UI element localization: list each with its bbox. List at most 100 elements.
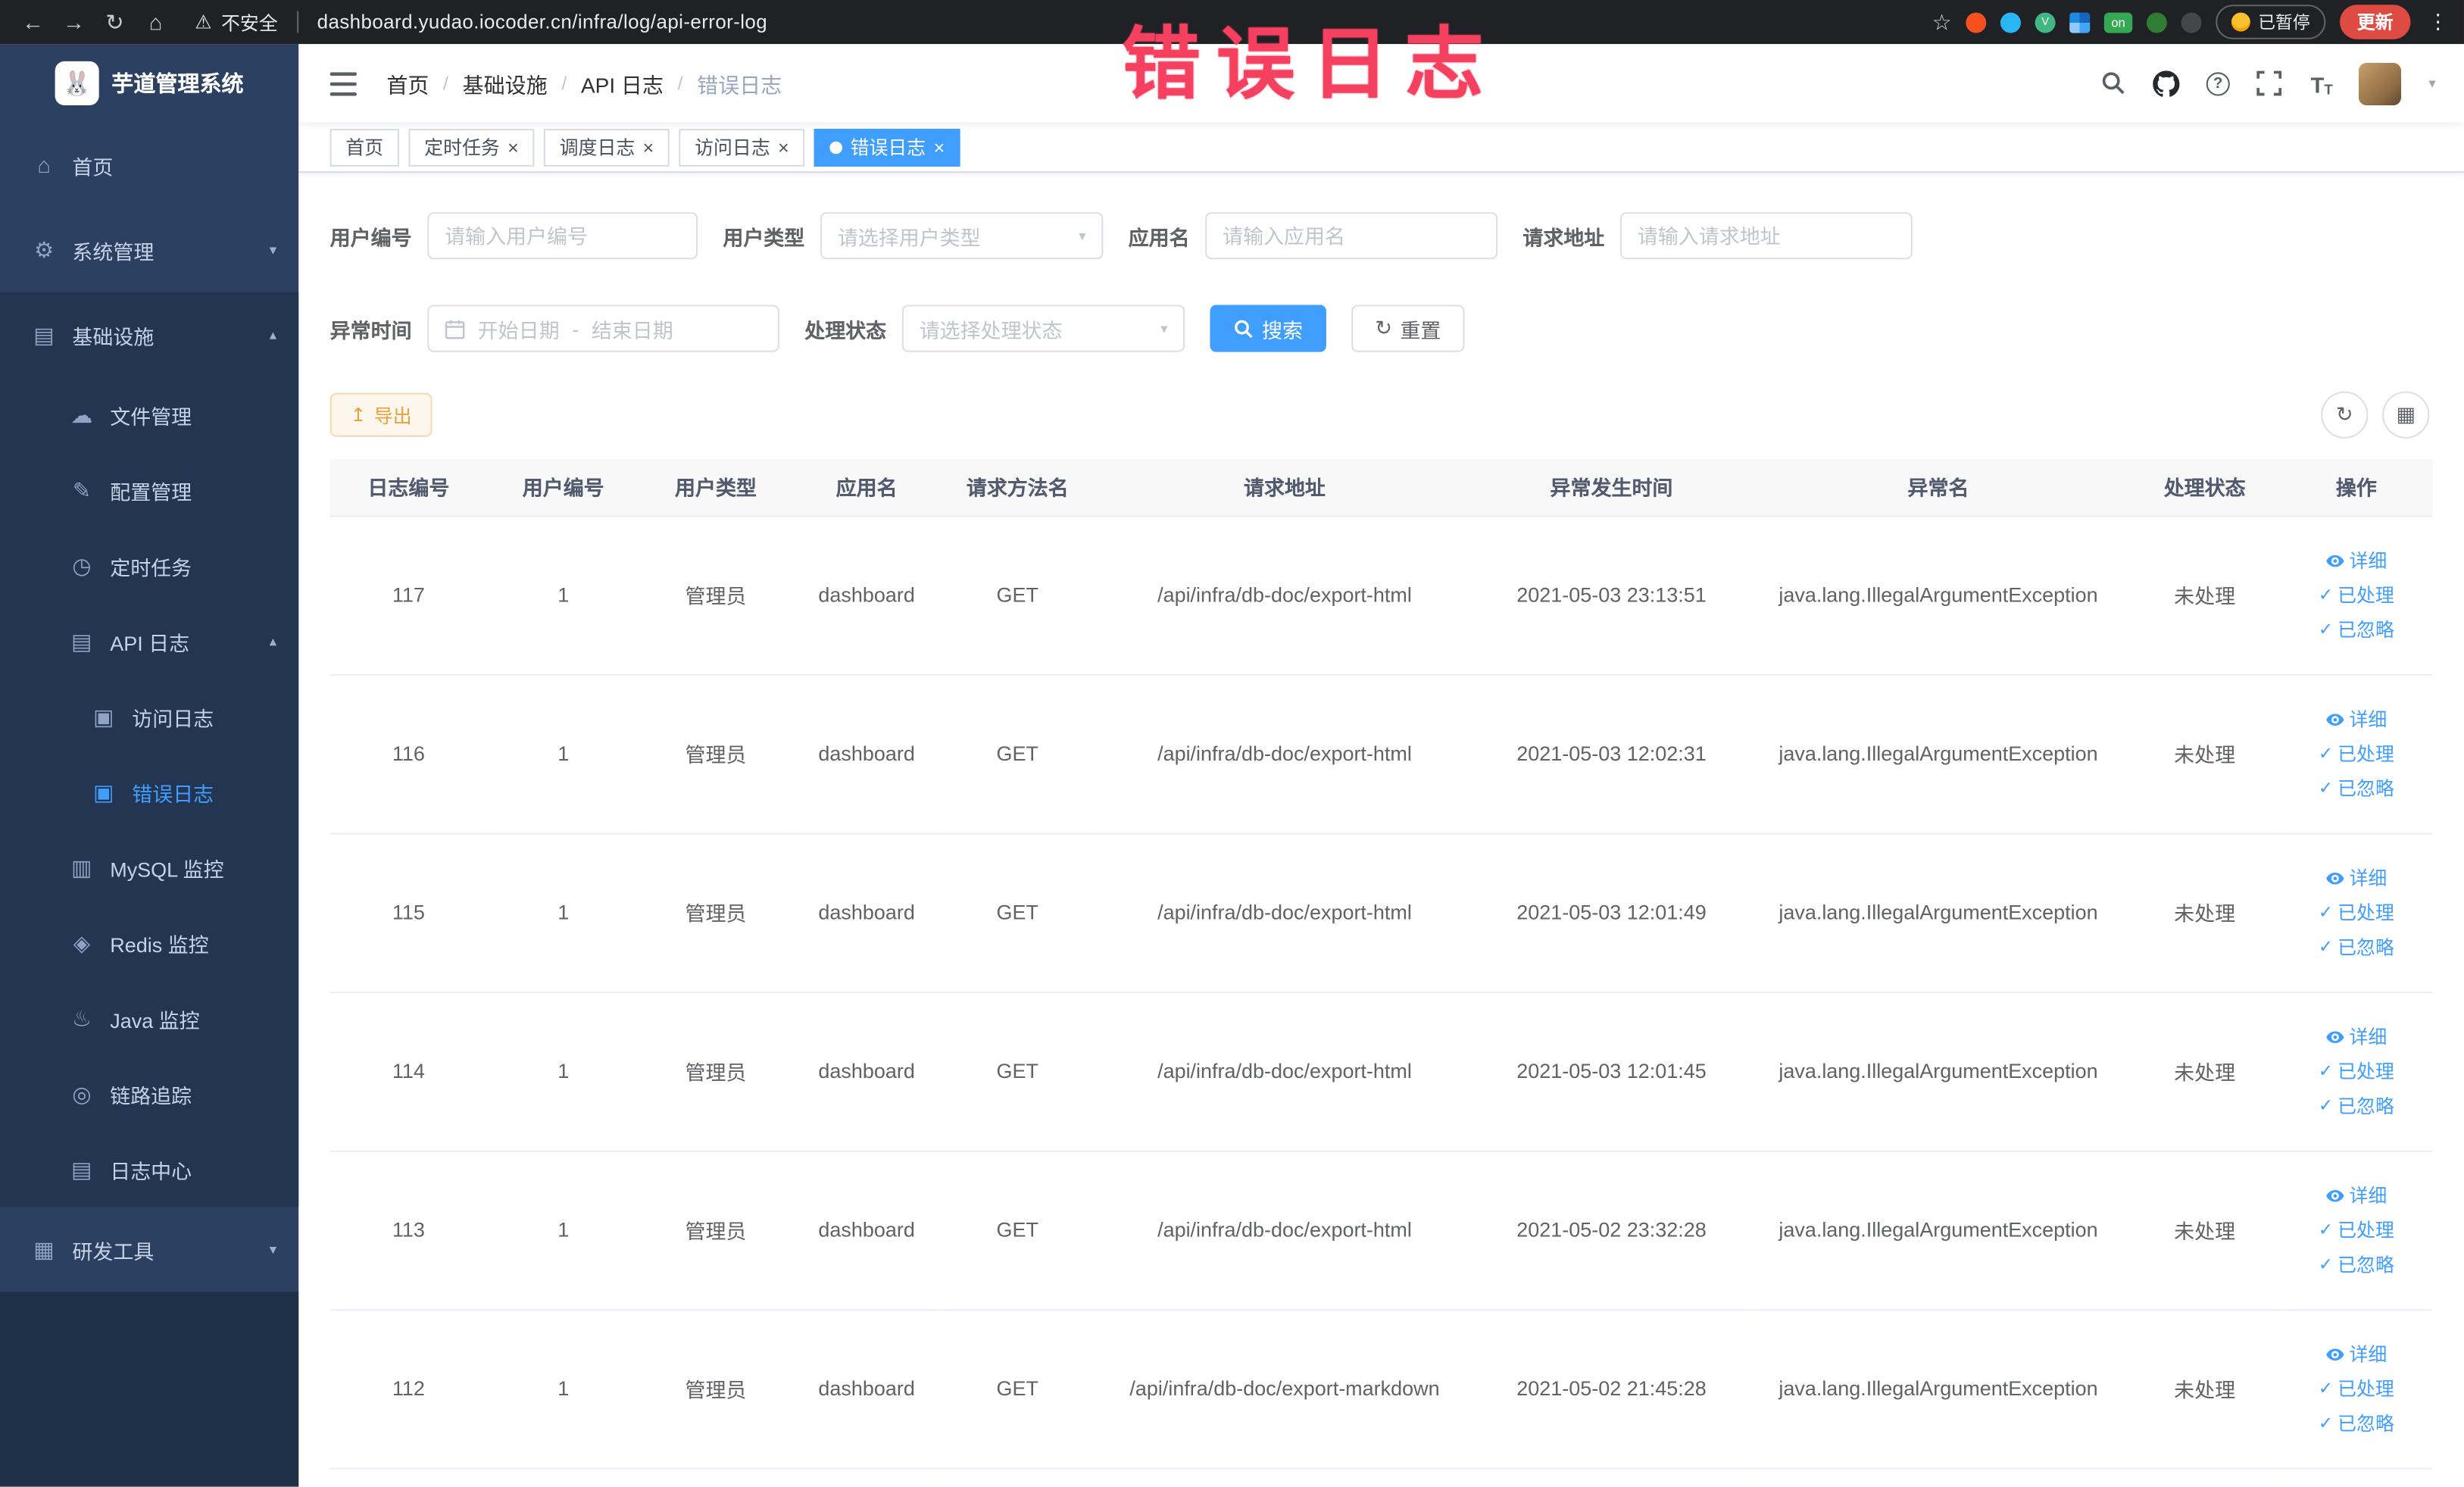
mark-ignored-link[interactable]: ✓ 已忽略 [2319, 775, 2394, 801]
detail-link[interactable]: 详细 [2325, 1182, 2387, 1208]
bookmark-star-icon[interactable]: ☆ [1932, 8, 1952, 35]
exception-time-range-picker[interactable]: 开始日期 - 结束日期 [427, 305, 780, 352]
address-bar[interactable]: dashboard.yudao.iocoder.cn/infra/log/api… [317, 11, 768, 33]
user-type-select[interactable]: 请选择用户类型 ▾ [820, 212, 1104, 260]
sidebar-item-api-log[interactable]: ▤ API 日志 ▴ [0, 604, 298, 679]
mark-processed-link[interactable]: ✓ 已处理 [2319, 740, 2394, 767]
font-size-icon[interactable]: TT [2307, 69, 2335, 97]
mark-processed-link[interactable]: ✓ 已处理 [2319, 1217, 2394, 1243]
sidebar-item-home[interactable]: ⌂ 首页 [0, 123, 298, 208]
sidebar-item-file[interactable]: ☁ 文件管理 [0, 377, 298, 453]
extension-icon-orange[interactable] [1966, 11, 1987, 33]
detail-link[interactable]: 详细 [2325, 705, 2387, 732]
sidebar-item-mysql[interactable]: ▥ MySQL 监控 [0, 829, 298, 905]
close-icon[interactable]: × [778, 138, 789, 157]
search-button[interactable]: 搜索 [1210, 305, 1327, 352]
table-header-row: 日志编号 用户编号 用户类型 应用名 请求方法名 请求地址 异常发生时间 异常名… [329, 458, 2433, 517]
sidebar-item-error-log[interactable]: ▣ 错误日志 [0, 754, 298, 830]
detail-link[interactable]: 详细 [2325, 1341, 2387, 1367]
tab-access-log[interactable]: 访问日志 × [679, 128, 805, 166]
cell-user-type: 管理员 [639, 833, 792, 993]
mark-ignored-link[interactable]: ✓ 已忽略 [2319, 1410, 2394, 1436]
close-icon[interactable]: × [643, 138, 654, 157]
request-url-input[interactable] [1620, 212, 1913, 260]
github-icon[interactable] [2152, 69, 2180, 97]
refresh-table-button[interactable]: ↻ [2321, 391, 2369, 439]
app-name-input[interactable] [1205, 212, 1498, 260]
sidebar-item-log-center[interactable]: ▤ 日志中心 [0, 1132, 298, 1207]
mark-ignored-link[interactable]: ✓ 已忽略 [2319, 1092, 2394, 1119]
sidebar-item-access-log[interactable]: ▣ 访问日志 [0, 679, 298, 754]
close-icon[interactable]: × [934, 138, 945, 157]
detail-link[interactable]: 详细 [2325, 1023, 2387, 1050]
chrome-update-button[interactable]: 更新 [2340, 5, 2411, 39]
help-icon[interactable]: ? [2204, 69, 2232, 97]
search-icon[interactable] [2100, 69, 2128, 97]
sidebar-item-infra[interactable]: ▤ 基础设施 ▴ [0, 292, 298, 377]
site-security-chip[interactable]: ⚠ 不安全 [195, 8, 277, 35]
breadcrumb-current: 错误日志 [697, 73, 782, 98]
date-separator: - [572, 317, 579, 341]
col-user-type: 用户类型 [639, 458, 792, 517]
breadcrumb-item[interactable]: API 日志 [581, 67, 664, 98]
trace-icon: ◎ [72, 1080, 92, 1106]
column-settings-button[interactable]: ▦ [2382, 391, 2430, 439]
sidebar-filler [0, 1292, 299, 1487]
mark-processed-link[interactable]: ✓ 已处理 [2319, 582, 2394, 608]
tab-home[interactable]: 首页 [329, 128, 399, 166]
chevron-down-icon: ▾ [1079, 226, 1086, 243]
mark-processed-link[interactable]: ✓ 已处理 [2319, 1375, 2394, 1401]
tab-job-log[interactable]: 调度日志 × [543, 128, 670, 166]
sidebar-item-trace[interactable]: ◎ 链路追踪 [0, 1056, 298, 1132]
sidebar-item-java[interactable]: ♨ Java 监控 [0, 981, 298, 1057]
tab-error-log[interactable]: 错误日志 × [814, 128, 960, 166]
sidebar-item-system[interactable]: ⚙ 系统管理 ▾ [0, 208, 298, 292]
vue-devtools-extension-icon[interactable]: V [2035, 11, 2056, 33]
extension-icon-blue-drop[interactable] [2000, 11, 2021, 33]
mark-processed-link[interactable]: ✓ 已处理 [2319, 1057, 2394, 1084]
sidebar-item-job[interactable]: ◷ 定时任务 [0, 528, 298, 604]
log-center-icon: ▤ [71, 1155, 92, 1182]
user-id-input[interactable] [427, 212, 698, 260]
cell-log-id: 112 [329, 1309, 488, 1469]
extension-icon-green[interactable] [2146, 11, 2167, 33]
close-icon[interactable]: × [507, 138, 519, 157]
app-logo[interactable]: 🐰 芋道管理系统 [0, 44, 298, 123]
extension-icon-grid[interactable] [2069, 11, 2091, 33]
fullscreen-icon[interactable] [2256, 69, 2284, 97]
sidebar-item-devtools[interactable]: ▦ 研发工具 ▾ [0, 1207, 298, 1292]
home-icon[interactable]: ⌂ [139, 5, 173, 39]
tab-job[interactable]: 定时任务 × [408, 128, 535, 166]
extension-icon-on-badge[interactable]: on [2103, 11, 2133, 33]
table-row: 112 1 管理员 dashboard GET /api/infra/db-do… [329, 1309, 2433, 1469]
mark-ignored-link[interactable]: ✓ 已忽略 [2319, 1251, 2394, 1277]
sidebar-item-redis[interactable]: ◈ Redis 监控 [0, 905, 298, 981]
breadcrumb-item[interactable]: 首页 [386, 67, 429, 98]
export-button[interactable]: ↥ 导出 [329, 392, 433, 437]
detail-link[interactable]: 详细 [2325, 864, 2387, 891]
browser-menu-icon[interactable]: ⋮ [2428, 9, 2448, 34]
viewport: ← → ↻ ⌂ ⚠ 不安全 dashboard.yudao.iocoder.cn… [0, 0, 2464, 1487]
forward-icon[interactable]: → [57, 5, 92, 39]
avatar[interactable] [2359, 61, 2402, 105]
extension-icon-dark[interactable] [2181, 11, 2202, 33]
cell-actions: 详细 ✓ 已处理 ✓ 已忽略 [2280, 674, 2433, 834]
breadcrumb-item[interactable]: 基础设施 [463, 67, 548, 98]
detail-link[interactable]: 详细 [2325, 547, 2387, 573]
reset-button[interactable]: ↻ 重置 [1351, 305, 1465, 352]
check-icon: ✓ [2318, 1414, 2333, 1434]
export-icon: ↥ [350, 404, 367, 426]
profile-paused-pill[interactable]: 已暂停 [2216, 5, 2326, 39]
mark-ignored-link[interactable]: ✓ 已忽略 [2319, 933, 2394, 960]
mark-ignored-link[interactable]: ✓ 已忽略 [2319, 616, 2394, 642]
back-icon[interactable]: ← [16, 5, 51, 39]
cell-app-name: dashboard [792, 1309, 942, 1469]
cell-actions: 详细 ✓ 已处理 ✓ 已忽略 [2280, 1309, 2433, 1469]
hamburger-icon[interactable] [327, 67, 358, 98]
cell-exception-time: 2021-05-03 12:01:49 [1476, 833, 1747, 993]
sidebar-item-config[interactable]: ✎ 配置管理 [0, 452, 298, 528]
reload-icon[interactable]: ↻ [98, 5, 133, 39]
process-status-select[interactable]: 请选择处理状态 ▾ [901, 305, 1185, 352]
mark-processed-link[interactable]: ✓ 已处理 [2319, 899, 2394, 926]
avatar-caret-icon[interactable]: ▾ [2428, 75, 2435, 92]
